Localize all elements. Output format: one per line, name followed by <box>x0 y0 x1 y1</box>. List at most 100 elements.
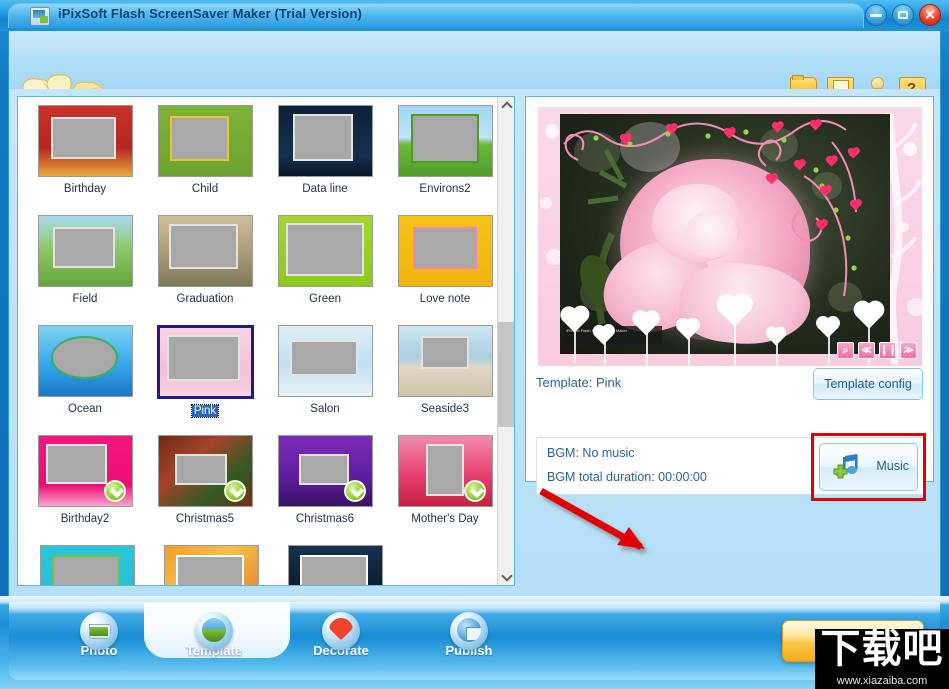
template-label: Birthday2 <box>60 513 110 525</box>
photo-placeholder <box>168 224 238 270</box>
template-item-christmas6[interactable]: Christmas6 <box>272 435 378 545</box>
photo-placeholder <box>45 444 108 484</box>
bgm-status: BGM: No music <box>547 446 635 460</box>
template-row: Field Graduation Green Love note <box>18 215 498 325</box>
template-thumbnail <box>397 325 493 397</box>
photo-placeholder <box>420 335 470 370</box>
template-label: Child <box>191 183 219 195</box>
template-item-birthday[interactable]: Birthday <box>32 105 138 215</box>
template-grid: Birthday Child Data line Environs2 Field Grad… <box>18 97 498 585</box>
template-item-partial[interactable] <box>280 545 390 585</box>
close-button[interactable] <box>919 2 941 28</box>
music-button-label: Music <box>876 459 909 473</box>
photo-placeholder <box>410 113 480 163</box>
preview-box: iPixSoft Flash ScreenSaver Maker <box>525 96 934 501</box>
template-thumbnail <box>156 325 254 399</box>
template-item-partial[interactable] <box>156 545 266 585</box>
template-scrollbar[interactable] <box>497 97 514 585</box>
minimize-button[interactable] <box>865 4 887 26</box>
nav-item-decorate[interactable]: Decorate <box>281 612 401 670</box>
template-item-partial[interactable] <box>32 545 142 585</box>
template-label: Mother's Day <box>411 513 479 525</box>
template-item-mother-s-day[interactable]: Mother's Day <box>392 435 498 545</box>
watermark-text: 下载吧 <box>820 629 944 672</box>
template-item-salon[interactable]: Salon <box>272 325 378 435</box>
photo-placeholder <box>175 454 228 485</box>
template-item-field[interactable]: Field <box>32 215 138 325</box>
template-thumbnail <box>163 545 259 585</box>
photo-placeholder <box>169 115 230 161</box>
photo-placeholder <box>166 334 240 382</box>
download-icon[interactable] <box>463 480 486 502</box>
photo-placeholder <box>50 335 118 380</box>
app-icon <box>30 7 50 26</box>
template-thumbnail <box>277 105 373 177</box>
template-thumbnail <box>397 215 493 287</box>
template-orb-icon <box>195 612 233 650</box>
photo-placeholder <box>175 555 245 585</box>
music-button[interactable]: Music <box>819 443 918 491</box>
rose-photo: iPixSoft Flash ScreenSaver Maker <box>560 114 890 354</box>
template-config-button[interactable]: Template config <box>813 368 923 400</box>
music-note-add-icon <box>833 454 858 479</box>
nav-item-publish[interactable]: Publish <box>409 612 529 670</box>
annotation-arrow <box>539 487 645 551</box>
window-title: iPixSoft Flash ScreenSaver Maker (Trial … <box>58 6 362 21</box>
template-label: Data line <box>302 183 348 195</box>
template-label: Graduation <box>176 293 234 305</box>
pause-icon[interactable]: ❙❙ <box>879 342 897 359</box>
template-label: Pink <box>190 404 220 418</box>
zoom-icon[interactable]: ⌕ <box>837 342 854 359</box>
scroll-up-button[interactable] <box>498 97 514 114</box>
template-thumbnail <box>397 105 493 177</box>
template-item-ocean[interactable]: Ocean <box>32 325 138 435</box>
photo-placeholder <box>298 454 350 485</box>
template-row: Birthday Child Data line Environs2 <box>18 105 498 215</box>
photo-placeholder <box>51 555 121 585</box>
selected-template-label: Template: Pink <box>536 375 622 390</box>
template-item-environs2[interactable]: Environs2 <box>392 105 498 215</box>
template-label: Green <box>309 293 341 305</box>
template-label: Birthday <box>63 183 107 195</box>
template-item-love-note[interactable]: Love note <box>392 215 498 325</box>
template-item-birthday2[interactable]: Birthday2 <box>32 435 138 545</box>
photo-orb-icon <box>80 612 118 650</box>
template-thumbnail <box>37 105 133 177</box>
fast-forward-icon[interactable]: ≫ <box>900 342 917 359</box>
photo-placeholder <box>289 340 359 377</box>
preview-player-controls: ⌕ ≪ ❙❙ ≫ <box>837 342 917 359</box>
template-item-child[interactable]: Child <box>152 105 258 215</box>
template-list-panel: Birthday Child Data line Environs2 Field Grad… <box>17 96 515 586</box>
scrollbar-thumb[interactable] <box>498 322 514 427</box>
template-label: Christmas5 <box>175 513 235 525</box>
download-icon[interactable] <box>223 480 246 502</box>
template-item-pink[interactable]: Pink <box>152 325 258 435</box>
download-icon[interactable] <box>343 480 366 502</box>
template-item-green[interactable]: Green <box>272 215 378 325</box>
template-item-seaside3[interactable]: Seaside3 <box>392 325 498 435</box>
template-item-christmas5[interactable]: Christmas5 <box>152 435 258 545</box>
template-label: Environs2 <box>419 183 471 195</box>
title-bar: iPixSoft Flash ScreenSaver Maker (Trial … <box>0 0 949 31</box>
template-item-graduation[interactable]: Graduation <box>152 215 258 325</box>
template-thumbnail <box>277 325 373 397</box>
template-thumbnail <box>39 545 135 585</box>
nav-item-photo[interactable]: Photo <box>39 612 159 670</box>
maximize-button[interactable] <box>892 4 914 26</box>
template-label: Love note <box>419 293 471 305</box>
footer-bar: PhotoTemplateDecoratePublish Next <box>0 596 949 689</box>
template-label: Field <box>72 293 98 305</box>
nav-item-template[interactable]: Template <box>154 612 274 670</box>
header-bar: Choose a template <box>8 31 941 119</box>
download-icon[interactable] <box>103 480 126 502</box>
footer-inner: PhotoTemplateDecoratePublish Next <box>9 602 940 680</box>
rewind-icon[interactable]: ≪ <box>858 342 875 359</box>
scroll-down-button[interactable] <box>498 568 514 585</box>
preview-stage[interactable]: iPixSoft Flash ScreenSaver Maker <box>538 107 922 366</box>
photo-placeholder <box>293 114 353 161</box>
bgm-duration: BGM total duration: 00:00:00 <box>547 470 707 484</box>
template-row: Ocean Pink Salon Seaside3 <box>18 325 498 435</box>
app-window: iPixSoft Flash ScreenSaver Maker (Trial … <box>0 0 949 689</box>
template-item-data-line[interactable]: Data line <box>272 105 378 215</box>
decorate-orb-icon <box>322 612 360 650</box>
